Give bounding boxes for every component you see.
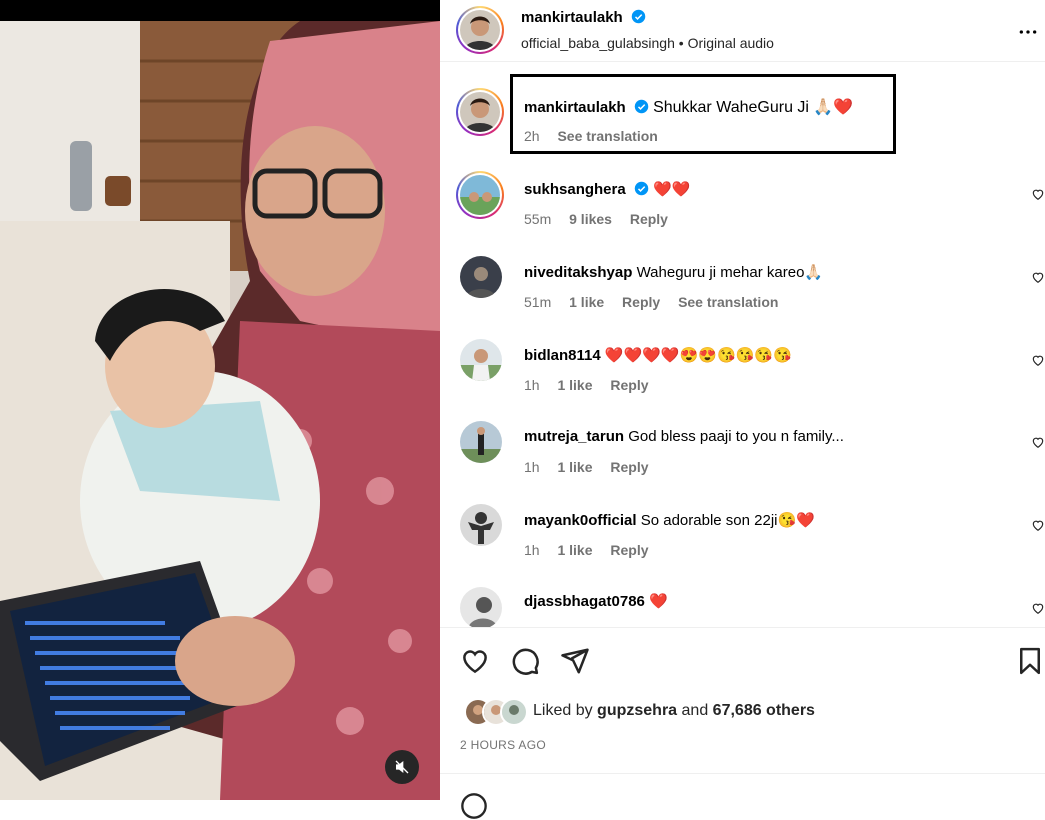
liked-by-user[interactable]: gupzsehra [597, 702, 677, 719]
comment-text: So adorable son 22ji😘❤️ [640, 512, 815, 529]
comment-avatar[interactable] [460, 256, 502, 298]
reply-button[interactable]: Reply [630, 211, 668, 227]
heart-icon[interactable] [1031, 601, 1045, 615]
comment-username[interactable]: niveditakshyap [524, 264, 632, 281]
audio-separator: • [678, 35, 684, 51]
comment-time: 55m [524, 211, 552, 227]
verified-icon [631, 9, 646, 24]
author-avatar[interactable] [456, 6, 504, 54]
comment-text: ❤️❤️ [653, 181, 691, 198]
reply-button[interactable]: Reply [622, 294, 660, 310]
comments-list[interactable]: mankirtaulakh Shukkar WaheGuru Ji 🙏🏻❤️ 2… [440, 62, 1045, 627]
comment-icon[interactable] [510, 646, 540, 676]
reply-button[interactable]: Reply [610, 459, 648, 475]
caption-avatar[interactable] [456, 88, 504, 136]
heart-icon[interactable] [1031, 353, 1045, 367]
heart-icon[interactable] [1031, 518, 1045, 532]
liked-by-others[interactable]: 67,686 others [713, 702, 815, 719]
liked-avatars[interactable] [464, 698, 528, 726]
comment-time: 1h [524, 542, 540, 558]
comment-avatar[interactable] [460, 339, 502, 381]
see-translation-link[interactable]: See translation [678, 294, 778, 310]
comment-item: djassbhagat0786 ❤️ [440, 584, 1045, 627]
post-timestamp: 2 HOURS AGO [460, 738, 546, 752]
liked-by-prefix: Liked by [533, 702, 593, 719]
audio-user-link[interactable]: official_baba_gulabsingh [521, 35, 675, 51]
comment-username[interactable]: sukhsanghera [524, 181, 626, 198]
liked-by-middle: and [681, 702, 709, 719]
comment-avatar[interactable] [460, 504, 502, 546]
comment-likes[interactable]: 9 likes [569, 211, 612, 227]
comment-avatar[interactable] [460, 421, 502, 463]
post-panel: mankirtaulakh official_baba_gulabsingh •… [440, 0, 1045, 819]
comment-username[interactable]: mutreja_tarun [524, 428, 624, 445]
comment-text: ❤️ [649, 593, 668, 610]
comment-time: 1h [524, 377, 540, 393]
comment-likes[interactable]: 1 like [569, 294, 604, 310]
heart-icon[interactable] [460, 646, 490, 676]
comment-item: bidlan8114 ❤️❤️❤️❤️😍😍😘😘😘😘 1h 1 like Repl… [440, 336, 1045, 416]
reply-button[interactable]: Reply [610, 377, 648, 393]
comment-item: sukhsanghera ❤️❤️ 55m 9 likes Reply [440, 170, 1045, 250]
comment-text: Waheguru ji mehar kareo🙏🏻 [636, 264, 824, 281]
verified-icon [634, 181, 649, 196]
bookmark-icon[interactable] [1015, 646, 1045, 676]
divider [440, 773, 1045, 774]
comment-likes[interactable]: 1 like [557, 542, 592, 558]
comment-avatar[interactable] [460, 587, 502, 627]
comment-item: mayank0official So adorable son 22ji😘❤️ … [440, 501, 1045, 581]
post-header: mankirtaulakh official_baba_gulabsingh •… [440, 0, 1045, 62]
comment-username[interactable]: mayank0official [524, 512, 637, 529]
audio-label-link[interactable]: Original audio [688, 35, 774, 51]
share-icon[interactable] [560, 646, 590, 676]
comment-text: God bless paaji to you n family... [628, 428, 844, 445]
comment-username[interactable]: djassbhagat0786 [524, 593, 645, 610]
highlight-box [510, 74, 896, 154]
heart-icon[interactable] [1031, 187, 1045, 201]
author-username[interactable]: mankirtaulakh [521, 9, 623, 26]
heart-icon[interactable] [1031, 435, 1045, 449]
comment-likes[interactable]: 1 like [557, 377, 592, 393]
comment-time: 1h [524, 459, 540, 475]
heart-icon[interactable] [1031, 270, 1045, 284]
more-icon[interactable] [1018, 22, 1038, 42]
comment-text: ❤️❤️❤️❤️😍😍😘😘😘😘 [604, 347, 792, 364]
liked-by-text: Liked by gupzsehra and 67,686 others [533, 702, 815, 720]
post-photo [0, 21, 440, 800]
emoji-icon[interactable] [460, 792, 488, 820]
comment-time: 51m [524, 294, 552, 310]
comment-item: niveditakshyap Waheguru ji mehar kareo🙏🏻… [440, 253, 1045, 333]
comment-likes[interactable]: 1 like [557, 459, 592, 475]
comment-item: mutreja_tarun God bless paaji to you n f… [440, 418, 1045, 498]
mute-button[interactable] [385, 750, 419, 784]
comment-avatar[interactable] [456, 171, 504, 219]
mute-icon [395, 760, 409, 774]
post-media [0, 0, 440, 800]
comment-username[interactable]: bidlan8114 [524, 347, 601, 364]
post-actions: Liked by gupzsehra and 67,686 others 2 H… [440, 627, 1045, 819]
reply-button[interactable]: Reply [610, 542, 648, 558]
